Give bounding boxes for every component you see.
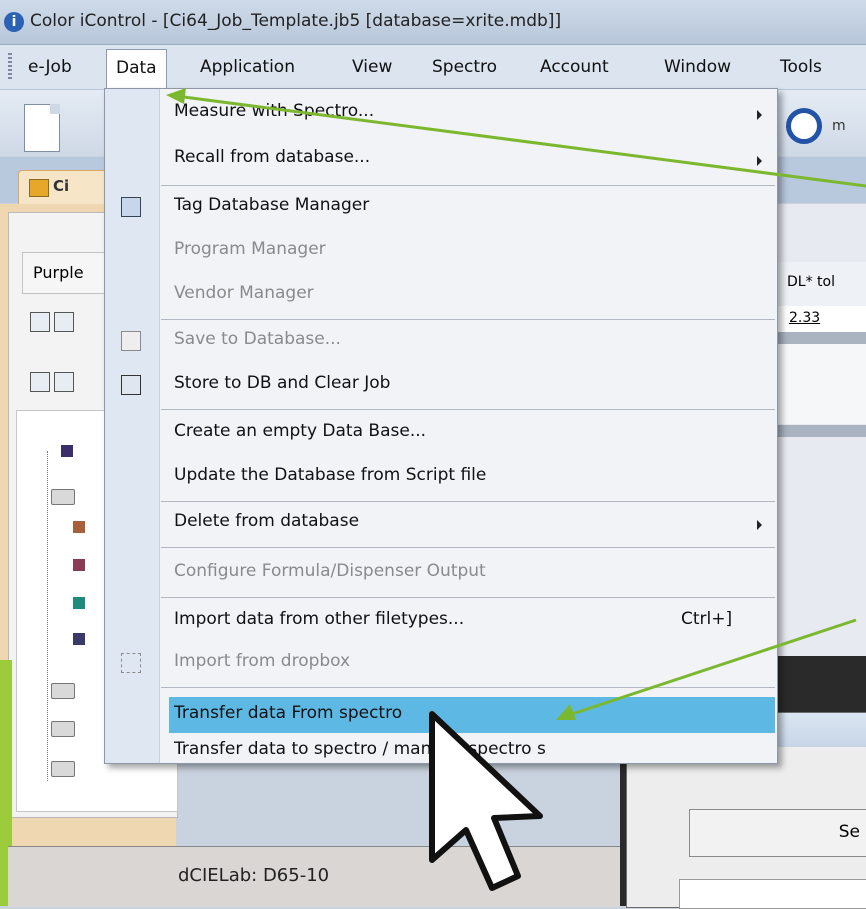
mouse-cursor-icon (429, 711, 543, 891)
annotation-overlay (166, 88, 866, 891)
annotation-arrow-bottom (556, 618, 857, 720)
annotation-arrow-top (166, 88, 866, 188)
